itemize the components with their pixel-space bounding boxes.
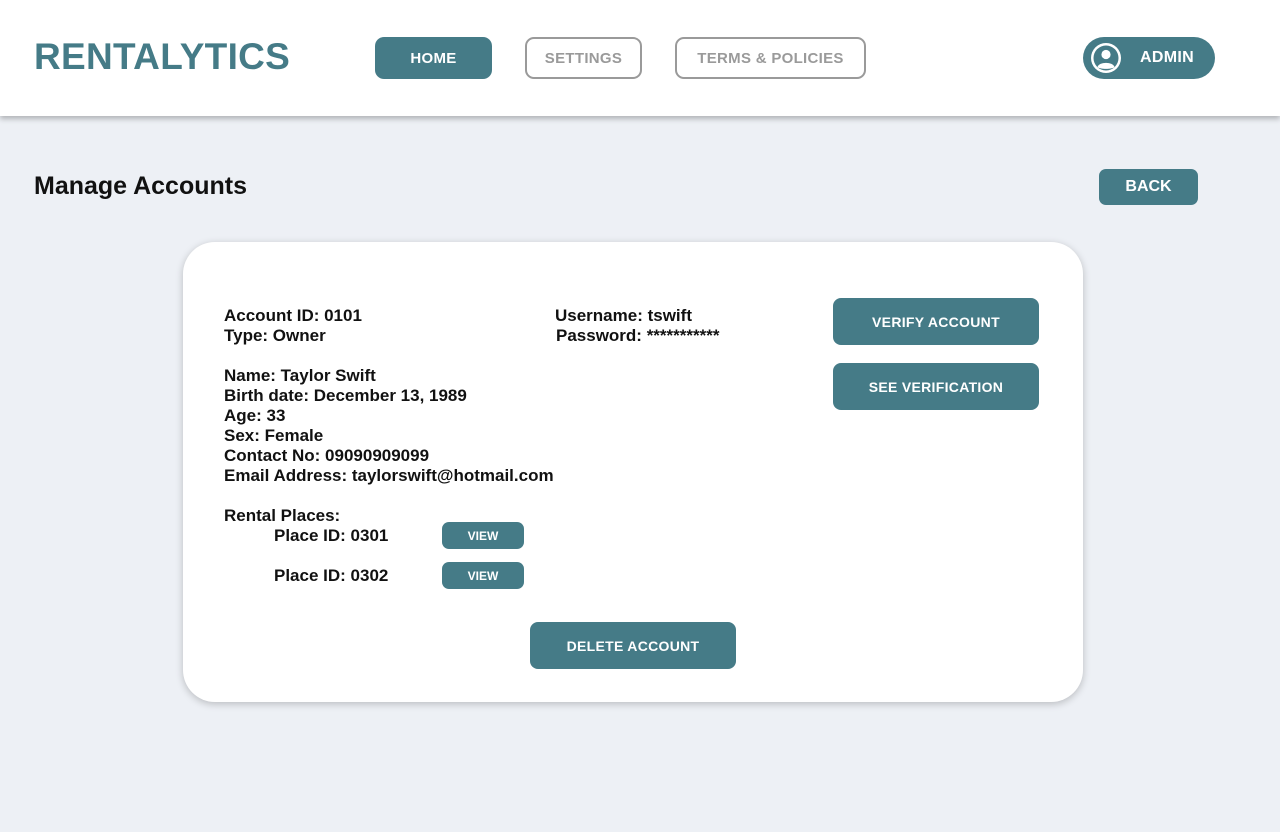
top-header: RENTALYTICS HOME SETTINGS TERMS & POLICI… [0, 0, 1280, 116]
place-id-text: Place ID: 0301 [274, 526, 389, 545]
username-text: Username: tswift [555, 306, 692, 325]
birth-date-text: Birth date: December 13, 1989 [224, 386, 467, 405]
contact-text: Contact No: 09090909099 [224, 446, 430, 465]
place-id-text: Place ID: 0302 [274, 566, 389, 585]
verify-account-button[interactable]: VERIFY ACCOUNT [833, 298, 1039, 345]
rental-places-label: Rental Places: [224, 506, 341, 525]
sex-text: Sex: Female [224, 426, 324, 445]
account-type-text: Type: Owner [224, 326, 326, 345]
password-text: Password: *********** [556, 326, 720, 345]
app-logo[interactable]: RENTALYTICS [34, 36, 290, 78]
back-button[interactable]: BACK [1099, 169, 1198, 205]
email-text: Email Address: taylorswift@hotmail.com [224, 466, 554, 485]
user-circle-icon [1091, 43, 1121, 73]
account-id-text: Account ID: 0101 [224, 306, 362, 325]
admin-account-button[interactable]: ADMIN [1083, 37, 1215, 79]
view-place-button[interactable]: VIEW [442, 562, 524, 589]
view-place-button[interactable]: VIEW [442, 522, 524, 549]
see-verification-button[interactable]: SEE VERIFICATION [833, 363, 1039, 410]
nav-settings-button[interactable]: SETTINGS [525, 37, 642, 79]
admin-label: ADMIN [1140, 49, 1194, 66]
age-text: Age: 33 [224, 406, 286, 425]
delete-account-button[interactable]: DELETE ACCOUNT [530, 622, 736, 669]
name-text: Name: Taylor Swift [224, 366, 376, 385]
nav-home-button[interactable]: HOME [375, 37, 492, 79]
nav-terms-button[interactable]: TERMS & POLICIES [675, 37, 866, 79]
page-title: Manage Accounts [34, 172, 248, 200]
account-detail-card: Account ID: 0101 Type: Owner Username: t… [183, 242, 1083, 702]
